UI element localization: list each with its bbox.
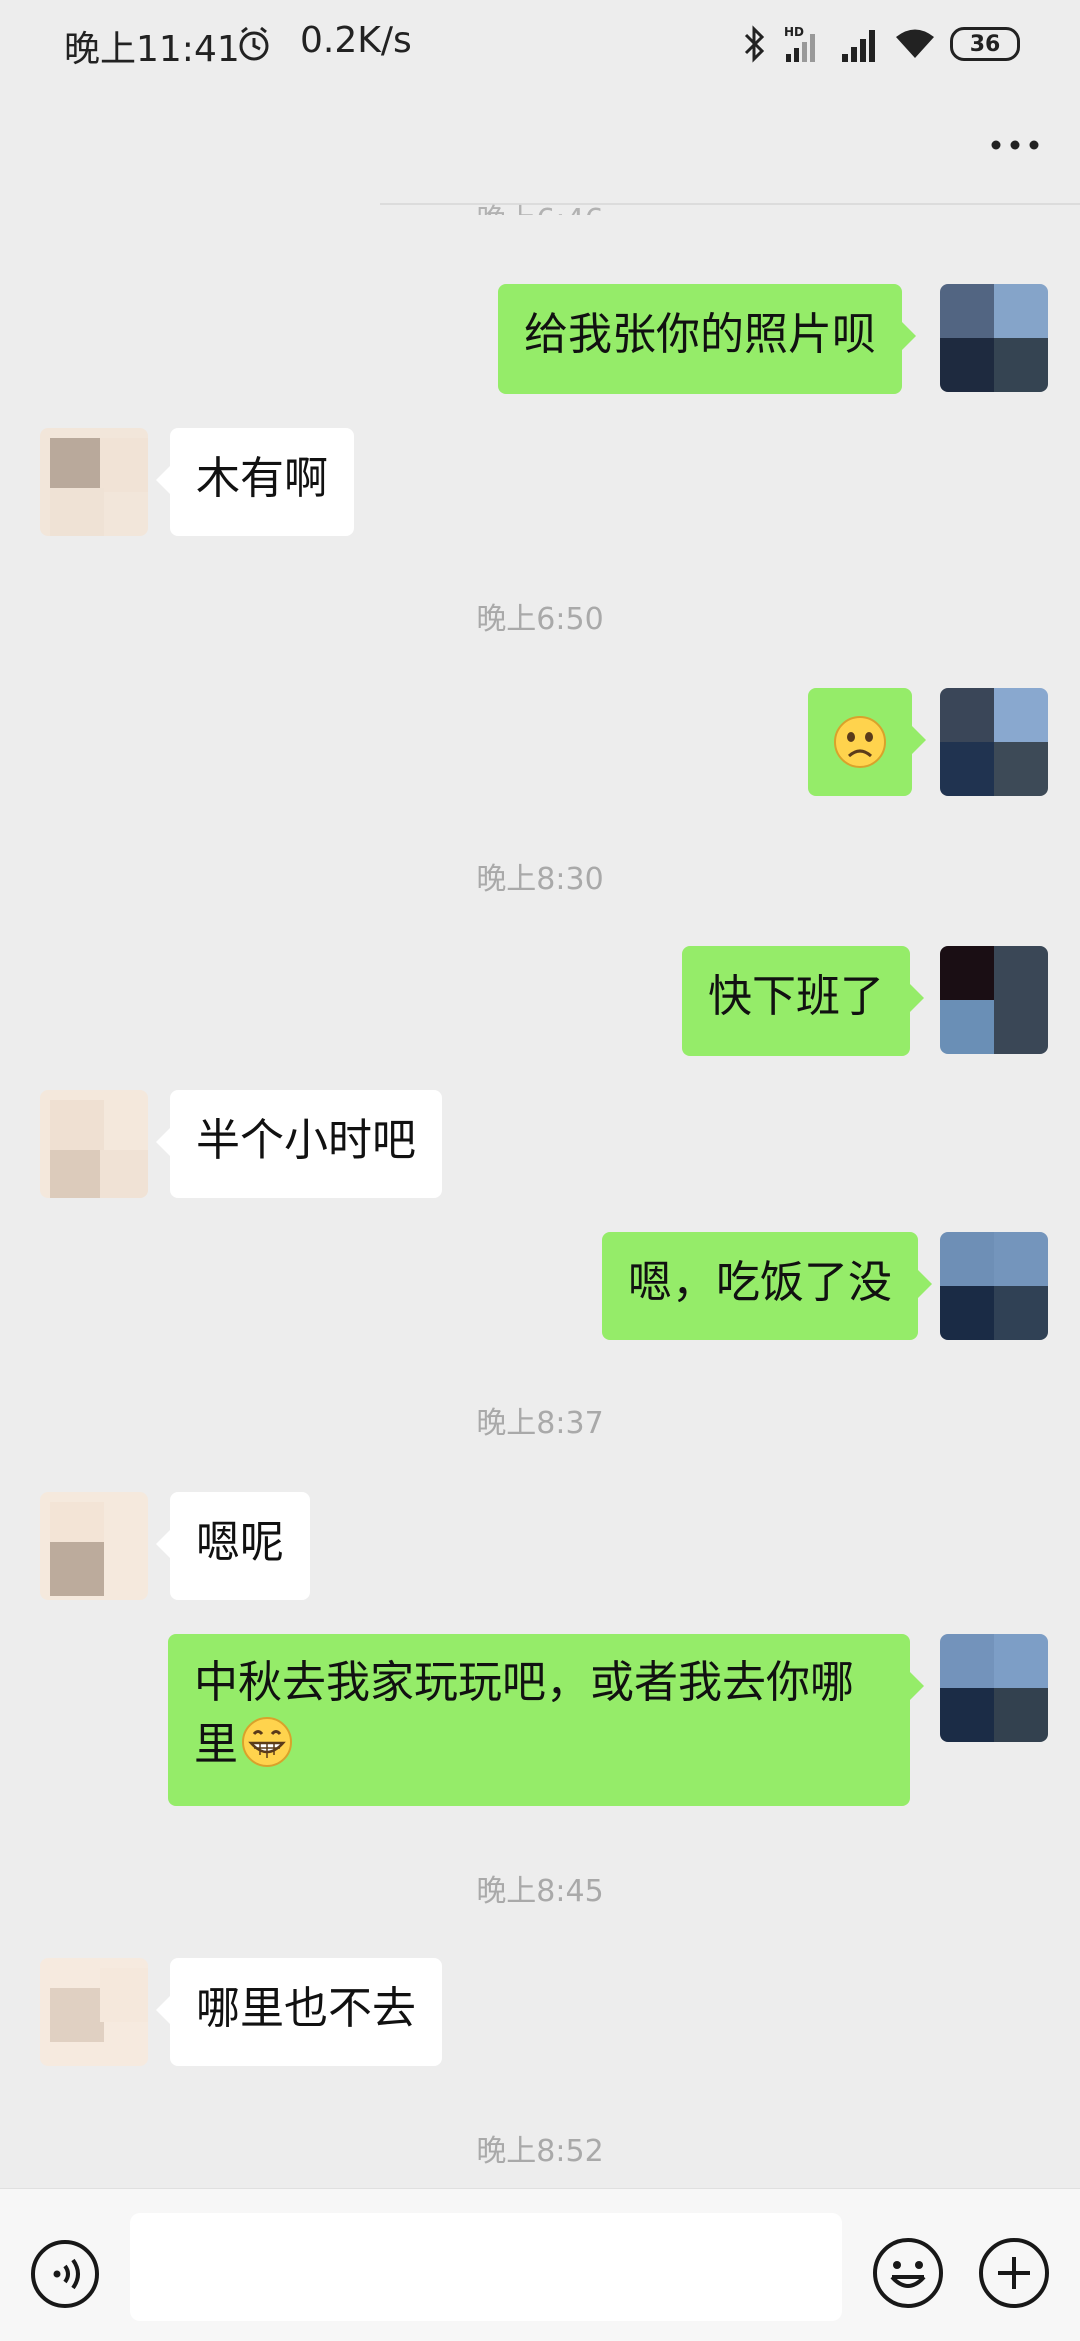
battery-level: 36 <box>969 31 1001 57</box>
hd-signal-icon: HD <box>784 25 815 62</box>
received-message[interactable]: 哪里也不去 <box>156 1958 442 2066</box>
wifi-icon <box>896 29 934 58</box>
timestamp: 晚上8:30 <box>476 862 604 897</box>
chat-title-bar <box>0 92 1080 204</box>
timestamp: 晚上8:45 <box>476 1874 604 1909</box>
sent-message[interactable]: 快下班了 <box>682 946 924 1056</box>
my-avatar[interactable] <box>940 284 1048 392</box>
message-text: 木有啊 <box>196 453 328 504</box>
message-input[interactable] <box>130 2213 842 2321</box>
sent-message[interactable]: 中秋去我家玩玩吧，或者我去你哪里 <box>168 1634 924 1806</box>
sent-message[interactable] <box>808 688 926 796</box>
more-icon <box>991 140 1039 150</box>
my-avatar[interactable] <box>940 1634 1048 1742</box>
emoji-icon[interactable] <box>872 2237 944 2309</box>
received-message[interactable]: 嗯呢 <box>156 1492 310 1600</box>
timestamp: 晚上8:52 <box>476 2134 604 2169</box>
sent-message[interactable]: 嗯，吃饭了没 <box>602 1232 932 1340</box>
signal-icon <box>842 30 875 62</box>
timestamp: 晚上8:37 <box>476 1406 604 1441</box>
received-message[interactable]: 木有啊 <box>156 428 354 536</box>
voice-icon[interactable] <box>30 2239 100 2309</box>
contact-avatar[interactable] <box>40 428 148 536</box>
plus-icon[interactable] <box>978 2237 1050 2309</box>
message-text: 哪里也不去 <box>196 1983 416 2034</box>
message-text: 半个小时吧 <box>196 1115 416 1166</box>
bluetooth-icon <box>744 25 765 63</box>
status-bar: 晚上11:41 0.2K/s HD 36 <box>0 0 1080 92</box>
message-text: 快下班了 <box>708 971 884 1022</box>
network-speed: 0.2K/s <box>300 20 412 61</box>
sent-message[interactable]: 给我张你的照片呗 <box>498 284 916 394</box>
received-message[interactable]: 半个小时吧 <box>156 1090 442 1198</box>
input-bar <box>0 2188 1080 2341</box>
timestamp: 晚上6:46 <box>0 195 1080 215</box>
svg-text:HD: HD <box>784 25 804 39</box>
sad-face-emoji <box>834 716 886 768</box>
message-text: 给我张你的照片呗 <box>524 309 876 360</box>
message-text: 嗯，吃饭了没 <box>628 1257 892 1308</box>
more-button[interactable] <box>980 110 1050 180</box>
my-avatar[interactable] <box>940 1232 1048 1340</box>
contact-avatar[interactable] <box>40 1958 148 2066</box>
my-avatar[interactable] <box>940 688 1048 796</box>
timestamp: 晚上6:50 <box>476 602 604 637</box>
contact-avatar[interactable] <box>40 1090 148 1198</box>
battery-icon: 36 <box>950 27 1020 61</box>
grin-emoji <box>242 1717 292 1767</box>
contact-avatar[interactable] <box>40 1492 148 1600</box>
my-avatar[interactable] <box>940 946 1048 1054</box>
status-time: 晚上11:41 <box>64 29 240 70</box>
message-text: 嗯呢 <box>196 1517 284 1568</box>
alarm-icon <box>239 26 269 61</box>
